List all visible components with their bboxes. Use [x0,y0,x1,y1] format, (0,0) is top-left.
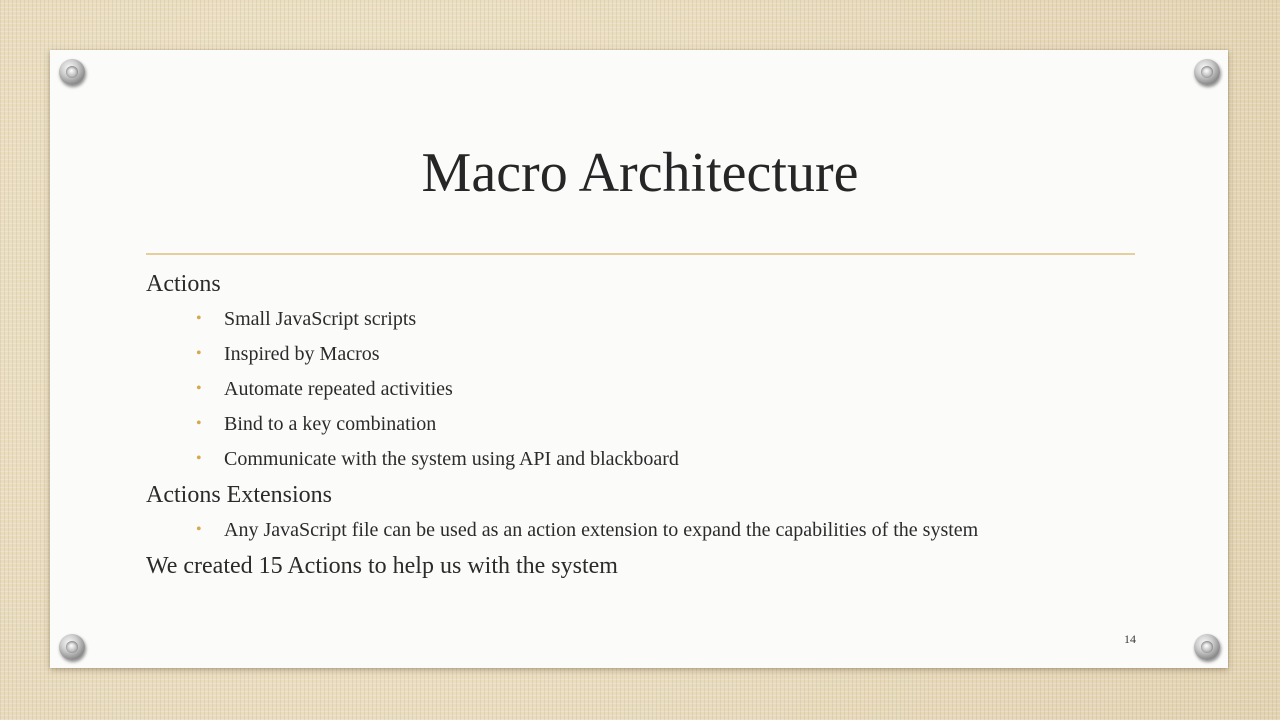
pushpin-icon [1194,59,1220,85]
page-number: 14 [1124,632,1136,646]
pushpin-icon [59,634,85,660]
bullet-icon: • [196,345,202,362]
list-item: • Inspired by Macros [146,337,1136,372]
list-item-text: Any JavaScript file can be used as an ac… [224,519,979,541]
pushpin-icon [1194,634,1220,660]
bullet-icon: • [196,415,202,432]
list-item-text: Automate repeated activities [224,378,453,400]
list-item-text: Inspired by Macros [224,343,380,365]
section-heading-summary: We created 15 Actions to help us with th… [146,553,618,579]
bullet-icon: • [196,380,202,397]
bullet-icon: • [196,521,202,538]
slide-body: Actions • Small JavaScript scripts • Ins… [146,266,1136,584]
list-item: • Bind to a key combination [146,407,1136,442]
title-divider [146,253,1135,255]
list-item: • Any JavaScript file can be used as an … [146,513,1136,548]
bullet-icon: • [196,450,202,467]
pushpin-icon [59,59,85,85]
list-item: • Communicate with the system using API … [146,442,1136,477]
list-item-text: Small JavaScript scripts [224,308,417,330]
list-item-text: Communicate with the system using API an… [224,448,679,470]
section-heading-actions-extensions: Actions Extensions [146,482,332,508]
list-item-text: Bind to a key combination [224,413,437,435]
section-heading-actions: Actions [146,271,221,297]
slide-title: Macro Architecture [421,142,859,204]
list-item: • Automate repeated activities [146,372,1136,407]
bullet-icon: • [196,310,202,327]
list-item: • Small JavaScript scripts [146,302,1136,337]
